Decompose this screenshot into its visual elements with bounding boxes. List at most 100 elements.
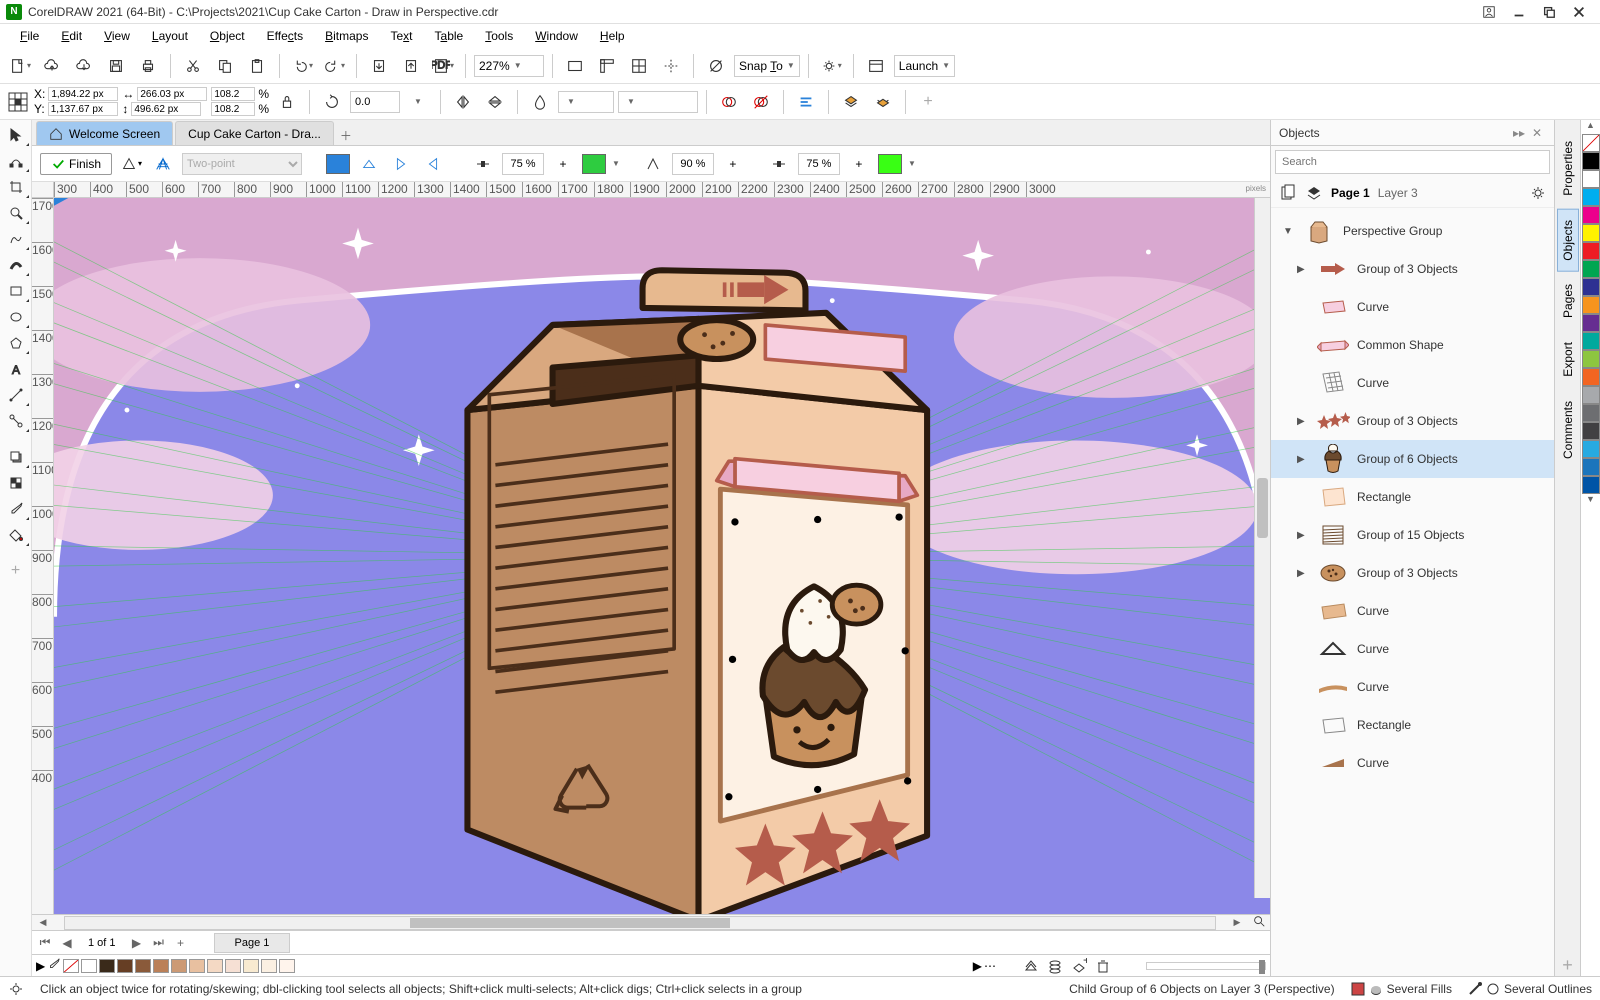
tree-item-11[interactable]: Curve: [1271, 630, 1554, 668]
obj-panel-stack-icon[interactable]: [1044, 956, 1066, 976]
publish-pdf-button[interactable]: PDF▾: [429, 52, 457, 80]
palette-swatch-4[interactable]: [1582, 224, 1600, 242]
doc-swatch-0[interactable]: [81, 959, 97, 973]
palette-swatch-11[interactable]: [1582, 350, 1600, 368]
menu-view[interactable]: View: [94, 26, 140, 46]
horizontal-ruler[interactable]: pixels3004005006007008009001000110012001…: [54, 182, 1270, 198]
crop-tool[interactable]: [2, 175, 30, 199]
rotation-dropdown[interactable]: ▼: [404, 88, 432, 116]
doc-swatch-7[interactable]: [207, 959, 223, 973]
object-origin-icon[interactable]: [6, 90, 30, 114]
maximize-button[interactable]: [1534, 2, 1564, 22]
connector-tool[interactable]: [2, 409, 30, 433]
y-input[interactable]: [48, 102, 118, 116]
doc-palette-menu[interactable]: ⋯: [984, 959, 996, 973]
parallel-dim-tool[interactable]: [2, 383, 30, 407]
transparency-tool[interactable]: [2, 471, 30, 495]
eyedropper-tool[interactable]: [2, 497, 30, 521]
mirror-v-button[interactable]: [481, 88, 509, 116]
palette-swatch-13[interactable]: [1582, 386, 1600, 404]
toolbox-add[interactable]: +: [2, 559, 30, 583]
scale-y-input[interactable]: [211, 102, 255, 116]
face-right[interactable]: [420, 151, 446, 177]
doc-palette-prev[interactable]: ▶: [36, 959, 45, 973]
user-icon[interactable]: [1474, 2, 1504, 22]
order-back-button[interactable]: [869, 88, 897, 116]
mirror-h-button[interactable]: [449, 88, 477, 116]
menu-bitmaps[interactable]: Bitmaps: [315, 26, 378, 46]
hscroll-left[interactable]: ◀: [32, 917, 54, 928]
layer-stack-icon[interactable]: [1305, 184, 1323, 202]
obj-panel-new-layer-icon[interactable]: +: [1068, 956, 1090, 976]
menu-layout[interactable]: Layout: [142, 26, 198, 46]
fill-tool[interactable]: [2, 523, 30, 547]
menu-table[interactable]: Table: [425, 26, 474, 46]
cloud-save-button[interactable]: [70, 52, 98, 80]
freehand-tool[interactable]: [2, 227, 30, 251]
nav-first[interactable]: ⏮: [36, 934, 54, 952]
opacity-stepper-2[interactable]: +: [720, 151, 746, 177]
launch-dropdown[interactable]: Launch▼: [894, 55, 955, 77]
palette-swatch-7[interactable]: [1582, 278, 1600, 296]
tree-expander[interactable]: ▶: [1297, 568, 1309, 579]
rotation-input[interactable]: [350, 91, 400, 113]
objects-search-input[interactable]: [1275, 150, 1550, 174]
fountain-fill-icon[interactable]: [526, 88, 554, 116]
ellipse-tool[interactable]: [2, 305, 30, 329]
nav-next[interactable]: ▶: [128, 934, 146, 952]
objects-layer-name[interactable]: Layer 3: [1378, 186, 1418, 200]
doc-swatch-8[interactable]: [225, 959, 241, 973]
tree-item-9[interactable]: ▶ Group of 3 Objects: [1271, 554, 1554, 592]
palette-swatch-17[interactable]: [1582, 458, 1600, 476]
color-swatch-green[interactable]: [582, 154, 606, 174]
zoom-level-combo[interactable]: 227%▼: [474, 55, 544, 77]
palette-swatch-14[interactable]: [1582, 404, 1600, 422]
eyedropper-mini-icon[interactable]: [47, 957, 61, 974]
face-left[interactable]: [388, 151, 414, 177]
obj-panel-delete-icon[interactable]: [1092, 956, 1114, 976]
docker-add[interactable]: +: [1562, 955, 1573, 976]
cut-button[interactable]: [179, 52, 207, 80]
tree-item-7[interactable]: Rectangle: [1271, 478, 1554, 516]
palette-swatch-6[interactable]: [1582, 260, 1600, 278]
doc-swatch-11[interactable]: [279, 959, 295, 973]
tree-item-10[interactable]: Curve: [1271, 592, 1554, 630]
menu-text[interactable]: Text: [380, 26, 422, 46]
color-swatch-lime[interactable]: [878, 154, 902, 174]
zoom-tool[interactable]: [2, 201, 30, 225]
opacity-input-1[interactable]: [502, 153, 544, 175]
perspective-type-select[interactable]: Two-point: [182, 153, 302, 175]
objects-page-name[interactable]: Page 1: [1331, 186, 1370, 200]
save-button[interactable]: [102, 52, 130, 80]
vtab-properties[interactable]: Properties: [1557, 130, 1579, 207]
tree-item-13[interactable]: Rectangle: [1271, 706, 1554, 744]
palette-swatch-10[interactable]: [1582, 332, 1600, 350]
print-button[interactable]: [134, 52, 162, 80]
tree-item-6[interactable]: ▶ Group of 6 Objects: [1271, 440, 1554, 478]
tree-item-8[interactable]: ▶ Group of 15 Objects: [1271, 516, 1554, 554]
zoom-all-icon[interactable]: [1248, 914, 1270, 931]
panel-close-icon[interactable]: ✕: [1528, 126, 1546, 140]
nav-prev[interactable]: ◀: [58, 934, 76, 952]
status-fill[interactable]: Several Fills: [1351, 982, 1452, 996]
palette-swatch-0[interactable]: [1582, 152, 1600, 170]
opacity-input-2[interactable]: [672, 153, 714, 175]
opacity-stepper-3[interactable]: +: [846, 151, 872, 177]
weld-button[interactable]: [715, 88, 743, 116]
persp-type-btn[interactable]: ▾: [118, 151, 144, 177]
menu-window[interactable]: Window: [525, 26, 588, 46]
height-input[interactable]: [131, 102, 201, 116]
x-input[interactable]: [48, 87, 118, 101]
options-button[interactable]: ▾: [817, 52, 845, 80]
width-input[interactable]: [137, 87, 207, 101]
fill-dropdown-2[interactable]: ▼: [618, 91, 698, 113]
palette-none[interactable]: [1582, 134, 1600, 152]
page-tab-1[interactable]: Page 1: [214, 933, 291, 953]
palette-swatch-3[interactable]: [1582, 206, 1600, 224]
palette-swatch-15[interactable]: [1582, 422, 1600, 440]
tree-expander[interactable]: ▶: [1297, 416, 1309, 427]
undo-button[interactable]: ▾: [288, 52, 316, 80]
close-button[interactable]: [1564, 2, 1594, 22]
nav-last[interactable]: ⏭: [150, 934, 168, 952]
doc-swatch-6[interactable]: [189, 959, 205, 973]
